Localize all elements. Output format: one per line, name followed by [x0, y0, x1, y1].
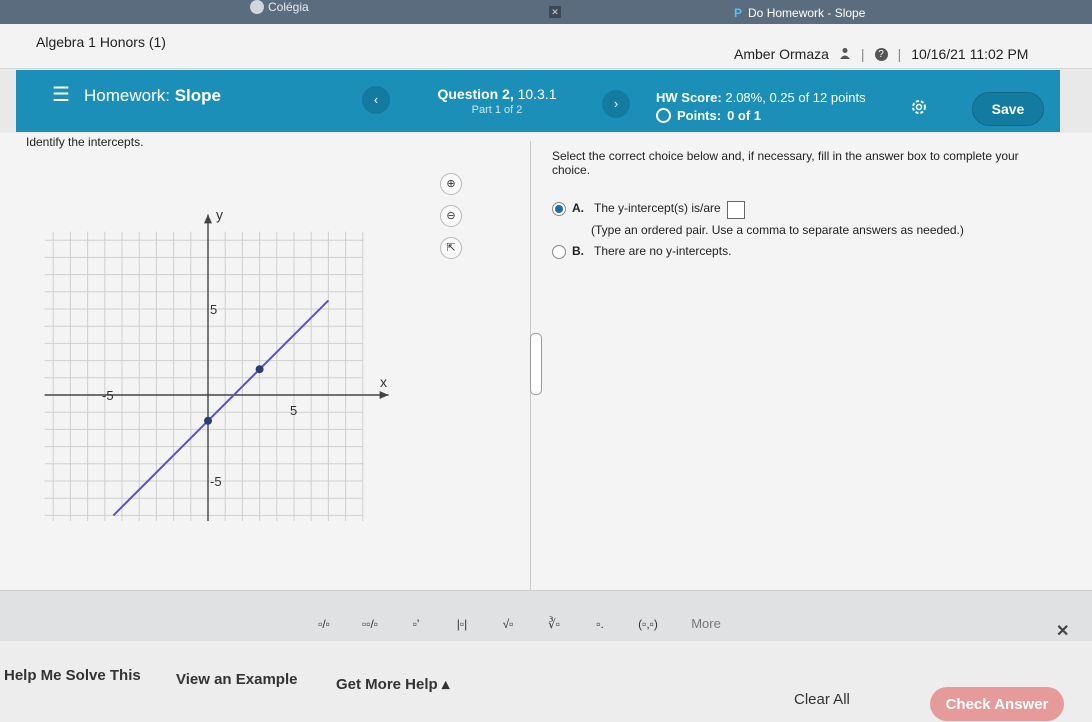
points: Points: 0 of 1: [656, 108, 866, 123]
next-question-button[interactable]: ›: [602, 90, 630, 118]
hamburger-menu-icon[interactable]: ☰: [52, 82, 70, 107]
choice-b[interactable]: B. There are no y-intercepts.: [552, 244, 732, 259]
question-number: 10.3.1: [517, 86, 557, 102]
check-answer-button[interactable]: Check Answer: [930, 687, 1064, 721]
separator: |: [860, 46, 865, 62]
choice-b-radio[interactable]: [552, 245, 566, 259]
separator: |: [897, 46, 902, 62]
answer-input-box[interactable]: [726, 201, 745, 219]
question-part: Part 1 of 2: [471, 104, 523, 116]
close-toolbar-icon[interactable]: ✕: [1056, 621, 1069, 641]
y-tick-label: -5: [210, 474, 222, 489]
user-name[interactable]: Amber Ormaza: [734, 46, 829, 62]
choice-a-text: The y-intercept(s) is/are: [594, 201, 721, 215]
math-template-button[interactable]: ▫': [398, 609, 434, 639]
points-label: Points:: [677, 108, 722, 123]
math-template-button[interactable]: ▫/▫: [306, 609, 342, 639]
math-template-button[interactable]: √▫: [490, 609, 526, 639]
help-me-solve-this-link[interactable]: Help Me Solve This: [4, 667, 141, 684]
choice-a[interactable]: A. The y-intercept(s) is/are: [552, 201, 745, 219]
colegia-logo-icon: [250, 0, 264, 14]
math-template-button[interactable]: ∛▫: [536, 609, 572, 639]
zoom-in-icon[interactable]: ⊕: [440, 173, 462, 195]
question-title: Question 2, 10.3.1: [432, 86, 562, 102]
tab-colegia-label: Colégia: [268, 0, 309, 14]
coordinate-graph: x y 5 -5 -5 5: [36, 171, 396, 559]
math-template-button[interactable]: (▫,▫): [630, 609, 666, 639]
user-icon[interactable]: [839, 47, 851, 62]
choice-a-radio[interactable]: [552, 202, 566, 216]
graph-point: [255, 365, 264, 374]
pop-out-icon[interactable]: ⇱: [440, 237, 462, 259]
more-button[interactable]: More: [686, 609, 726, 639]
x-tick-label: 5: [290, 403, 297, 418]
question-label: Question 2,: [437, 86, 514, 102]
settings-gear-icon[interactable]: [910, 98, 928, 121]
homework-label: Homework:: [84, 86, 170, 105]
points-value: 0 of 1: [727, 108, 762, 123]
graph-point: [204, 416, 212, 425]
view-an-example-link[interactable]: View an Example: [176, 671, 297, 688]
pearson-p-icon: P: [734, 6, 743, 20]
tab-do-homework[interactable]: P Do Homework - Slope: [734, 6, 865, 20]
save-button[interactable]: Save: [972, 92, 1044, 126]
hw-score-label: HW Score:: [656, 90, 722, 105]
panel-resize-handle[interactable]: [530, 333, 542, 395]
x-axis-arrow: [379, 391, 389, 399]
question-prompt: Identify the intercepts.: [26, 135, 144, 149]
help-icon[interactable]: ?: [874, 47, 888, 61]
get-more-help-link[interactable]: Get More Help ▴: [336, 675, 449, 693]
choice-a-letter: A.: [572, 201, 584, 215]
clear-all-button[interactable]: Clear All: [794, 691, 850, 708]
x-axis-label: x: [380, 374, 387, 390]
math-template-button[interactable]: ▫.: [582, 609, 618, 639]
x-tick-label: -5: [102, 388, 114, 403]
score-area: HW Score: 2.08%, 0.25 of 12 points Point…: [656, 90, 866, 123]
user-area: Amber Ormaza | ? | 10/16/21 11:02 PM: [734, 46, 1028, 62]
math-template-button[interactable]: |▫|: [444, 609, 480, 639]
graph-svg: x y 5 -5 -5 5: [44, 207, 389, 559]
homework-name: Slope: [174, 86, 221, 105]
math-toolbar: ▫/▫ ▫▫/▫ ▫' |▫| √▫ ∛▫ ▫. (▫,▫) More ✕: [0, 590, 1092, 641]
points-circle-icon: [656, 108, 671, 123]
choice-a-hint: (Type an ordered pair. Use a comma to se…: [591, 223, 964, 237]
homework-header: ☰ Homework: Slope ‹ Question 2, 10.3.1 P…: [16, 70, 1060, 132]
tab-colegia[interactable]: Colégia: [250, 0, 309, 14]
tab-do-homework-label: Do Homework - Slope: [748, 6, 866, 20]
hw-score-value: 2.08%, 0.25 of 12 points: [725, 90, 866, 105]
y-axis-label: y: [216, 207, 223, 223]
choice-b-text: There are no y-intercepts.: [594, 244, 732, 258]
y-tick-label: 5: [210, 302, 217, 317]
choice-b-letter: B.: [572, 244, 584, 258]
question-content: Identify the intercepts. x y 5 -5 -5 5 ⊕ ⊖ ⇱ …: [0, 133, 1092, 591]
date-time: 10/16/21 11:02 PM: [911, 46, 1029, 62]
browser-tab-bar: Colégia ✕ P Do Homework - Slope: [0, 0, 1092, 24]
y-axis-arrow: [204, 214, 212, 224]
instruction-text: Select the correct choice below and, if …: [552, 149, 1019, 177]
previous-question-button[interactable]: ‹: [362, 86, 390, 114]
zoom-out-icon[interactable]: ⊖: [440, 205, 462, 227]
tab-close-icon[interactable]: ✕: [549, 6, 561, 18]
course-bar: Algebra 1 Honors (1) Amber Ormaza | ? | …: [0, 24, 1092, 69]
math-template-button[interactable]: ▫▫/▫: [352, 609, 388, 639]
hw-score: HW Score: 2.08%, 0.25 of 12 points: [656, 90, 866, 105]
course-title[interactable]: Algebra 1 Honors (1): [36, 34, 166, 50]
homework-title: Homework: Slope: [84, 86, 221, 106]
bottom-bar: Help Me Solve This View an Example Get M…: [0, 641, 1092, 722]
question-info: Question 2, 10.3.1 Part 1 of 2: [432, 86, 562, 116]
